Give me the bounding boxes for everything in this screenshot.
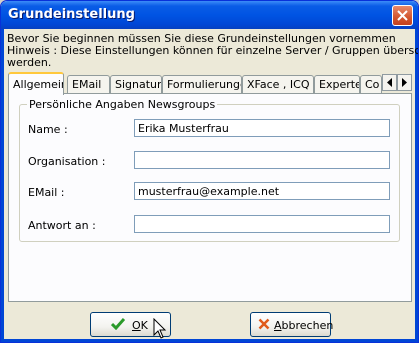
mouse-cursor-icon (153, 318, 167, 339)
reply-to-field[interactable] (134, 215, 390, 233)
email-label: EMail : (28, 186, 65, 199)
tab-connections[interactable]: Co (360, 75, 382, 93)
tab-experte[interactable]: Experte (314, 75, 360, 93)
dialog-window: Grundeinstellung Bevor Sie beginnen müss… (0, 0, 419, 343)
tab-email[interactable]: EMail (67, 75, 110, 93)
reply-to-label: Antwort an : (28, 219, 96, 232)
window-title: Grundeinstellung (8, 7, 135, 22)
title-bar[interactable]: Grundeinstellung (1, 1, 418, 29)
tab-formulierungen[interactable]: Formulierungen (162, 75, 242, 93)
intro-line: werden. (7, 56, 52, 69)
intro-text: Bevor Sie beginnen müssen Sie diese Grun… (7, 33, 419, 69)
tab-bar: Allgemein EMail Signatur Formulierungen … (8, 72, 412, 95)
cancel-x-icon (258, 318, 270, 330)
tab-panel-allgemein: Persönliche Angaben Newsgroups Name : Er… (8, 93, 412, 302)
organisation-label: Organisation : (28, 155, 106, 168)
email-field[interactable]: musterfrau@example.net (134, 182, 390, 200)
cancel-button-label: Abbrechen (274, 319, 334, 332)
organisation-field[interactable] (134, 151, 390, 169)
window-border-left (1, 29, 4, 342)
checkmark-icon (111, 318, 125, 330)
tab-xface-icq[interactable]: XFace , ICQ (242, 75, 314, 93)
arrow-right-icon (402, 78, 407, 87)
cancel-button[interactable]: Abbrechen (250, 312, 334, 337)
tab-allgemein[interactable]: Allgemein (8, 72, 64, 95)
arrow-left-icon (387, 78, 392, 87)
name-label: Name : (28, 123, 68, 136)
tab-scroll-right[interactable] (397, 74, 412, 91)
name-field[interactable]: Erika Musterfrau (134, 119, 390, 137)
group-label: Persönliche Angaben Newsgroups (27, 98, 218, 111)
window-border-bottom (1, 339, 418, 342)
close-icon (397, 10, 408, 21)
window-border-right (415, 29, 418, 342)
tab-scroll-left[interactable] (382, 74, 397, 91)
tab-signatur[interactable]: Signatur (110, 75, 162, 93)
intro-line: Hinweis : Diese Einstellungen können für… (7, 44, 419, 57)
close-button[interactable] (392, 5, 413, 26)
ok-button-label: OK (132, 319, 148, 332)
